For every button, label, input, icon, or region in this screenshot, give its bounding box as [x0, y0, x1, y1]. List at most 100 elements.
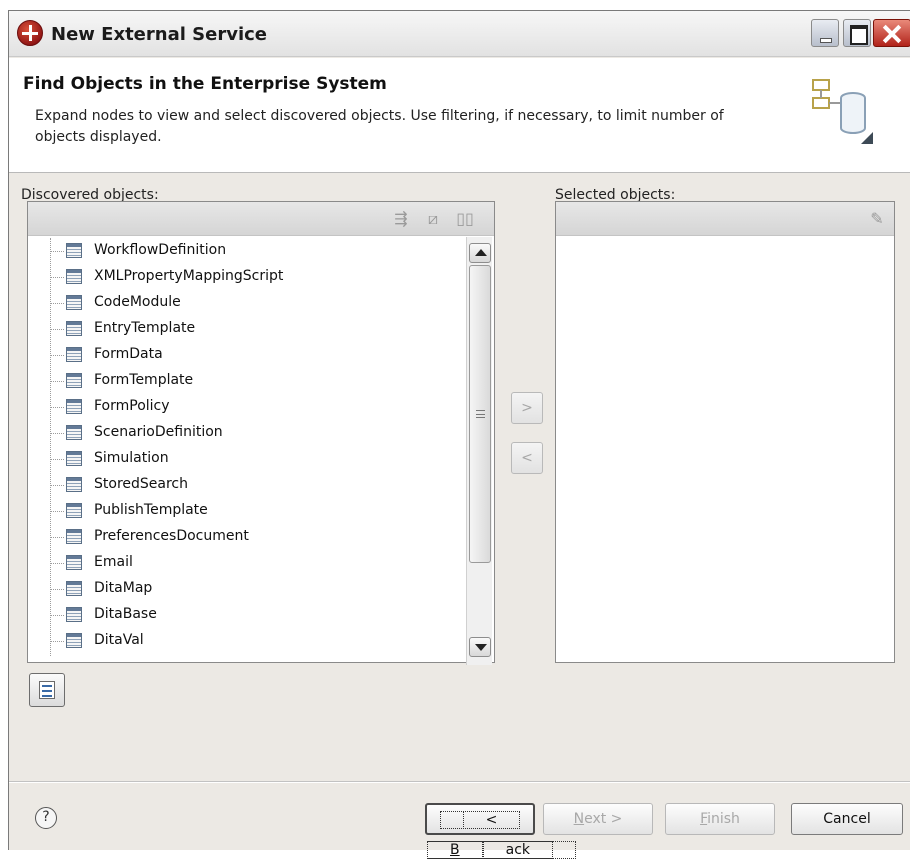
finish-rest: inish	[707, 811, 740, 827]
back-prefix: <	[462, 811, 521, 829]
tree-connector	[50, 355, 64, 356]
scroll-down-button[interactable]	[469, 637, 491, 657]
cancel-button[interactable]: Cancel	[791, 803, 903, 835]
tree-item[interactable]: FormPolicy	[28, 394, 458, 420]
tree-item[interactable]: WorkflowDefinition	[28, 238, 458, 264]
tree-connector	[50, 303, 64, 304]
table-icon	[66, 243, 82, 258]
tree-item-label: DitaMap	[94, 580, 153, 596]
vertical-scrollbar[interactable]	[466, 237, 492, 665]
tree-connector	[50, 537, 64, 538]
table-icon	[66, 269, 82, 284]
scroll-up-button[interactable]	[469, 243, 491, 263]
tree-connector	[50, 511, 64, 512]
back-button[interactable]: < Back	[425, 803, 576, 859]
tree-connector	[50, 381, 64, 382]
tree-connector	[50, 329, 64, 330]
tree-item-label: ScenarioDefinition	[94, 424, 223, 440]
tree-connector	[50, 589, 64, 590]
back-rest: ack	[482, 841, 553, 859]
maximize-button[interactable]	[843, 19, 871, 47]
tree-item-label: Simulation	[94, 450, 169, 466]
finish-button[interactable]: Finish	[665, 803, 775, 835]
tree-item[interactable]: XMLPropertyMappingScript	[28, 264, 458, 290]
tree-connector	[50, 251, 64, 252]
tree-item[interactable]: Simulation	[28, 446, 458, 472]
add-selected-button[interactable]: >	[511, 392, 543, 424]
tree-item-label: FormData	[94, 346, 163, 362]
tree-item-label: DitaBase	[94, 606, 157, 622]
next-rest: ext >	[584, 811, 623, 827]
tree-item[interactable]: DitaBase	[28, 602, 458, 628]
scroll-thumb[interactable]	[469, 265, 491, 563]
app-icon	[17, 20, 43, 46]
tree-item-label: XMLPropertyMappingScript	[94, 268, 284, 284]
page-description: Expand nodes to view and select discover…	[35, 108, 724, 145]
edit-query-icon[interactable]: ⧄	[422, 208, 444, 230]
back-mnemonic: B	[427, 841, 483, 859]
tree-item-label: StoredSearch	[94, 476, 188, 492]
table-icon	[66, 555, 82, 570]
tree-item[interactable]: FormData	[28, 342, 458, 368]
table-icon	[66, 529, 82, 544]
tree-item-label: PublishTemplate	[94, 502, 208, 518]
tree-item[interactable]: ScenarioDefinition	[28, 420, 458, 446]
tree-item[interactable]: Email	[28, 550, 458, 576]
table-icon	[66, 503, 82, 518]
tree-connector	[50, 485, 64, 486]
tree-connector	[50, 407, 64, 408]
table-icon	[66, 451, 82, 466]
filter-icon[interactable]: ⇶	[390, 208, 412, 230]
table-icon	[66, 373, 82, 388]
tree-item-label: FormTemplate	[94, 372, 194, 388]
tree-item[interactable]: PreferencesDocument	[28, 524, 458, 550]
new-external-service-dialog: New External Service Find Objects in the…	[8, 10, 910, 859]
page-title: Find Objects in the Enterprise System	[23, 74, 387, 94]
list-icon	[39, 681, 55, 699]
tree-item[interactable]: DitaMap	[28, 576, 458, 602]
configure-list-button[interactable]	[29, 673, 65, 707]
discovered-objects-panel: ⇶ ⧄ ▯▯ WorkflowDefinition XMLPropertyMapp…	[27, 201, 495, 665]
tree-item-label: DitaVal	[94, 632, 144, 648]
title-bar: New External Service	[9, 11, 910, 57]
tree-item-label: CodeModule	[94, 294, 181, 310]
table-icon	[66, 321, 82, 336]
table-icon	[66, 633, 82, 648]
tree-item[interactable]: EntryTemplate	[28, 316, 458, 342]
tree-item-label: PreferencesDocument	[94, 528, 249, 544]
pencil-icon[interactable]: ✎	[866, 208, 888, 230]
remove-selected-button[interactable]: <	[511, 442, 543, 474]
tree-item[interactable]: PublishTemplate	[28, 498, 458, 524]
tree-connector	[50, 459, 64, 460]
next-button[interactable]: Next >	[543, 803, 653, 835]
table-icon	[66, 477, 82, 492]
tree-item[interactable]: CodeModule	[28, 290, 458, 316]
tree-item[interactable]: StoredSearch	[28, 472, 458, 498]
next-mnemonic: N	[573, 811, 585, 827]
tree-connector	[50, 563, 64, 564]
tree-item-label: WorkflowDefinition	[94, 242, 227, 258]
window-title: New External Service	[51, 24, 267, 45]
table-icon	[66, 399, 82, 414]
footer-separator	[9, 781, 910, 783]
minimize-button[interactable]	[811, 19, 839, 47]
selected-toolbar: ✎	[556, 202, 894, 236]
table-icon	[66, 347, 82, 362]
tree-connector	[50, 615, 64, 616]
tree-item[interactable]: FormTemplate	[28, 368, 458, 394]
wizard-header: Find Objects in the Enterprise System Ex…	[9, 58, 910, 173]
tree-item-label: EntryTemplate	[94, 320, 196, 336]
discovered-toolbar: ⇶ ⧄ ▯▯	[28, 202, 494, 236]
tree-item[interactable]: DitaVal	[28, 628, 458, 654]
enterprise-system-icon	[812, 79, 873, 144]
tree-item-label: Email	[94, 554, 133, 570]
table-icon	[66, 295, 82, 310]
grip-icon	[476, 410, 485, 418]
close-button[interactable]	[873, 19, 910, 47]
book-icon[interactable]: ▯▯	[454, 208, 476, 230]
table-icon	[66, 581, 82, 596]
help-icon[interactable]: ?	[35, 807, 57, 829]
tree-item-label: FormPolicy	[94, 398, 170, 414]
tree-connector	[50, 277, 64, 278]
selected-objects-panel: ✎	[555, 201, 895, 663]
